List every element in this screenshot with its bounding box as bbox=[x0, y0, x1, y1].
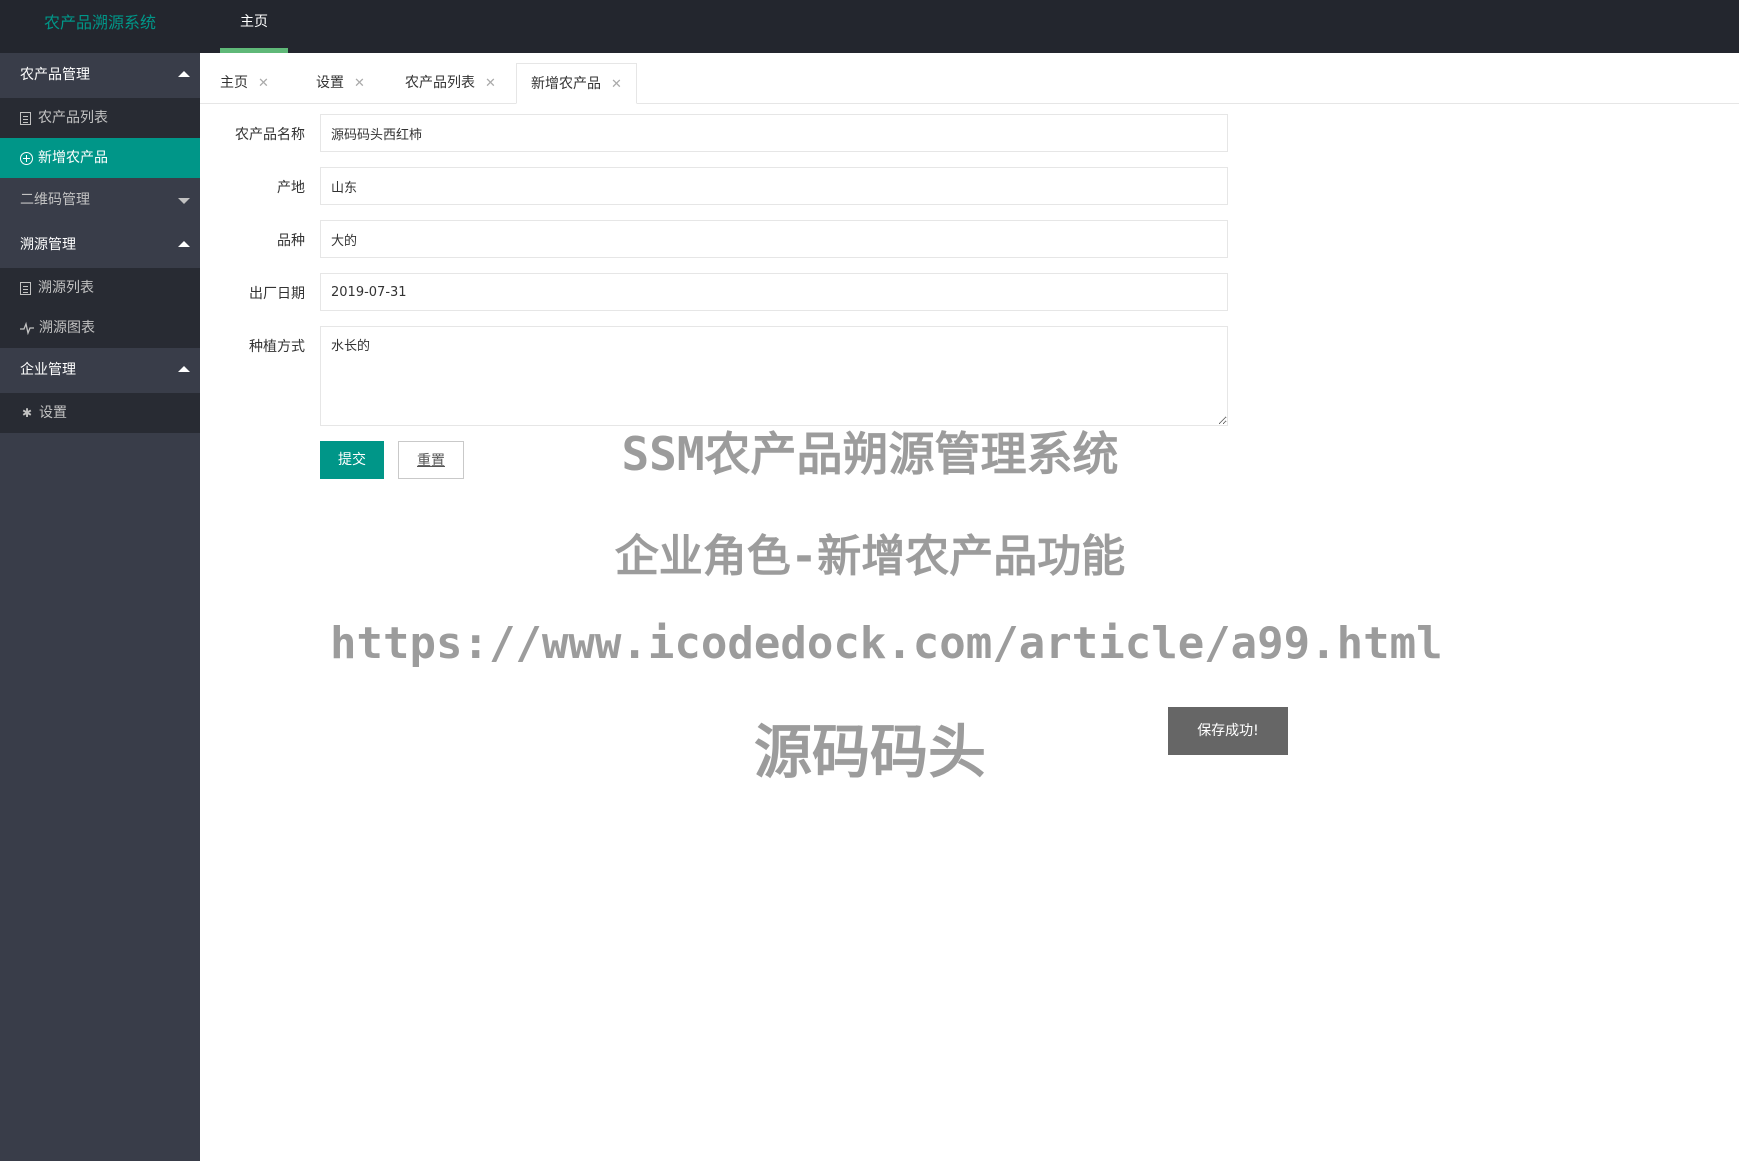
submit-button[interactable]: 提交 bbox=[320, 441, 384, 479]
top-header: 农产品溯源系统 主页 bbox=[0, 0, 1739, 53]
sidebar-item-label: 农产品列表 bbox=[38, 110, 108, 126]
reset-button[interactable]: 重置 bbox=[398, 441, 464, 479]
sidebar-item-label: 新增农产品 bbox=[38, 150, 108, 166]
close-icon[interactable]: ✕ bbox=[258, 76, 269, 91]
origin-input[interactable] bbox=[320, 167, 1228, 205]
sidebar-group-label: 农产品管理 bbox=[20, 67, 90, 83]
close-icon[interactable]: ✕ bbox=[611, 77, 622, 92]
sidebar-group-enterprise-management[interactable]: 企业管理 bbox=[0, 348, 200, 393]
variety-input[interactable] bbox=[320, 220, 1228, 258]
sidebar-item-product-list[interactable]: 农产品列表 bbox=[0, 98, 200, 138]
sidebar-item-settings[interactable]: ✱ 设置 bbox=[0, 393, 200, 433]
sidebar-group-qrcode-management[interactable]: 二维码管理 bbox=[0, 178, 200, 223]
sidebar-group-children: 农产品列表 新增农产品 bbox=[0, 98, 200, 178]
plus-circle-icon bbox=[20, 151, 33, 165]
chevron-up-icon bbox=[178, 366, 190, 372]
watermark-brand: 源码码头 bbox=[753, 718, 986, 786]
document-icon bbox=[20, 111, 31, 125]
product-name-input[interactable] bbox=[320, 114, 1228, 152]
product-name-label: 农产品名称 bbox=[235, 127, 305, 143]
sidebar-item-label: 溯源图表 bbox=[39, 320, 95, 336]
top-nav-home[interactable]: 主页 bbox=[220, 0, 288, 53]
tab-label: 设置 bbox=[316, 75, 344, 91]
tab-label: 主页 bbox=[220, 75, 248, 91]
watermark-url: https://www.icodedock.com/article/a99.ht… bbox=[330, 618, 1443, 669]
success-toast: 保存成功! bbox=[1168, 707, 1288, 755]
sidebar-group-label: 二维码管理 bbox=[20, 192, 90, 208]
pulse-icon bbox=[20, 321, 34, 336]
sidebar-item-label: 设置 bbox=[39, 405, 67, 421]
watermark-title: SSM农产品朔源管理系统 bbox=[621, 427, 1119, 481]
close-icon[interactable]: ✕ bbox=[354, 76, 365, 91]
chevron-up-icon bbox=[178, 241, 190, 247]
planting-method-label: 种植方式 bbox=[249, 339, 305, 355]
sidebar-item-trace-chart[interactable]: 溯源图表 bbox=[0, 308, 200, 348]
tab-label: 农产品列表 bbox=[405, 75, 475, 91]
sidebar-group-label: 溯源管理 bbox=[20, 237, 76, 253]
tab-add-product[interactable]: 新增农产品 ✕ bbox=[516, 63, 637, 104]
watermark-subtitle: 企业角色-新增农产品功能 bbox=[614, 531, 1126, 582]
gear-icon: ✱ bbox=[21, 406, 33, 420]
variety-label: 品种 bbox=[277, 233, 305, 249]
chevron-down-icon bbox=[178, 198, 190, 204]
tab-bar: 主页 ✕ 设置 ✕ 农产品列表 ✕ 新增农产品 ✕ bbox=[200, 53, 1739, 104]
origin-label: 产地 bbox=[277, 180, 305, 196]
planting-method-textarea[interactable]: 水长的 bbox=[320, 326, 1228, 426]
sidebar-group-children: 溯源列表 溯源图表 bbox=[0, 268, 200, 348]
sidebar-group-trace-management[interactable]: 溯源管理 bbox=[0, 223, 200, 268]
chevron-up-icon bbox=[178, 71, 190, 77]
sidebar-group-label: 企业管理 bbox=[20, 362, 76, 378]
sidebar-group-children: ✱ 设置 bbox=[0, 393, 200, 433]
sidebar-item-label: 溯源列表 bbox=[38, 280, 94, 296]
tab-product-list[interactable]: 农产品列表 ✕ bbox=[405, 63, 496, 103]
sidebar-item-trace-list[interactable]: 溯源列表 bbox=[0, 268, 200, 308]
tab-settings[interactable]: 设置 ✕ bbox=[316, 63, 365, 103]
tab-home[interactable]: 主页 ✕ bbox=[220, 63, 269, 103]
close-icon[interactable]: ✕ bbox=[485, 76, 496, 91]
sidebar-group-product-management[interactable]: 农产品管理 bbox=[0, 53, 200, 98]
app-logo: 农产品溯源系统 bbox=[43, 13, 156, 32]
tab-label: 新增农产品 bbox=[531, 76, 601, 92]
document-icon bbox=[20, 281, 31, 295]
ship-date-input[interactable] bbox=[320, 273, 1228, 311]
ship-date-label: 出厂日期 bbox=[249, 286, 305, 302]
sidebar: 农产品管理 农产品列表 新增农产品 二维码管理 溯源管理 溯源列表 溯源图表 企… bbox=[0, 53, 200, 1161]
sidebar-item-add-product[interactable]: 新增农产品 bbox=[0, 138, 200, 178]
